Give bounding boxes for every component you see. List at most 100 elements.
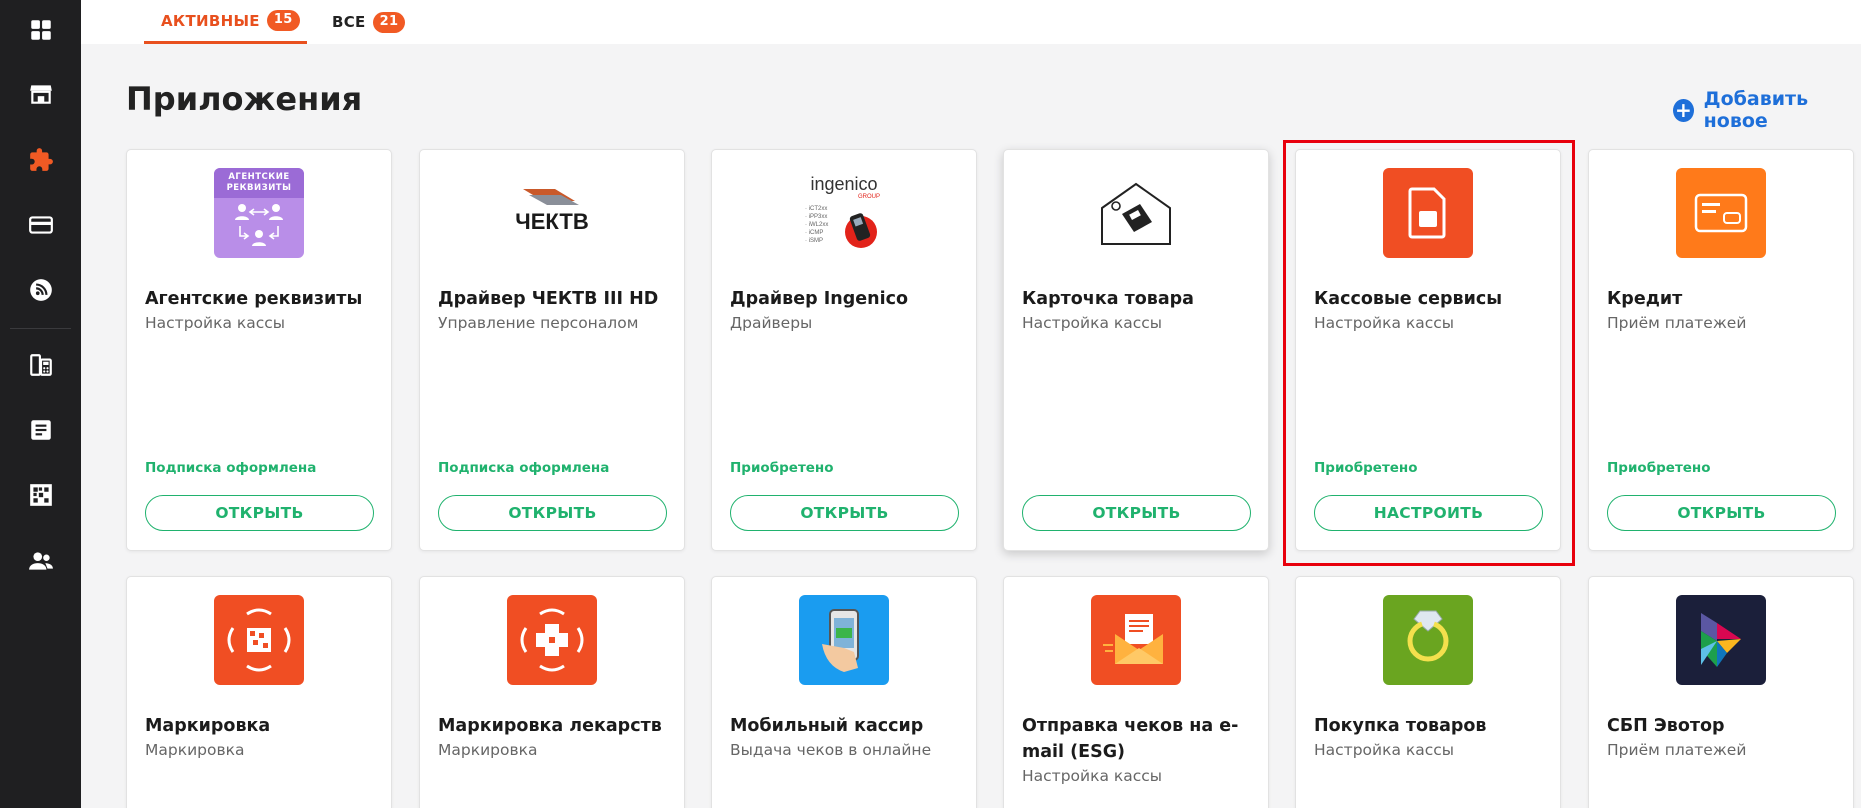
tab-active[interactable]: АКТИВНЫЕ 15 (144, 0, 307, 44)
app-card-marking[interactable]: Маркировка Маркировка (126, 576, 392, 808)
app-name: СБП Эвотор (1607, 716, 1725, 736)
marking-logo (214, 595, 304, 685)
app-card-sbp-evotor[interactable]: СБП Эвотор Приём платежей (1588, 576, 1854, 808)
app-card-medicine-marking[interactable]: Маркировка лекарств Маркировка (419, 576, 685, 808)
medicine-marking-logo (507, 595, 597, 685)
app-category: Приём платежей (1607, 314, 1747, 332)
nav-dashboard[interactable] (0, 6, 81, 54)
app-category: Приём платежей (1607, 741, 1747, 759)
app-name: Маркировка (145, 716, 271, 736)
app-name: Кредит (1607, 289, 1683, 309)
nav-staff[interactable] (0, 537, 81, 585)
app-name: Агентские реквизиты (145, 289, 363, 309)
app-card-ingenico-driver[interactable]: ingenico GROUP · iCT2xx · iPP3xx · iWL2x… (711, 149, 977, 551)
app-card-product-card[interactable]: Карточка товара Настройка кассы ОТКРЫТЬ (1003, 149, 1269, 551)
chektv-logo: ЧЕКТВ (507, 168, 597, 258)
sidebar (0, 0, 81, 808)
tabs-bar: АКТИВНЫЕ 15 ВСЕ 21 (81, 0, 1861, 44)
nav-marking[interactable] (0, 471, 81, 519)
app-card-cash-services[interactable]: Кассовые сервисы Настройка кассы Приобре… (1295, 149, 1561, 551)
app-category: Настройка кассы (145, 314, 286, 332)
tab-count-badge: 15 (266, 10, 300, 31)
add-new-label: Добавить новое (1703, 88, 1809, 132)
logo-model: · iSMP (805, 238, 823, 244)
app-status: Приобретено (730, 460, 834, 476)
sim-card-icon (1408, 187, 1446, 239)
app-card-purchase-goods[interactable]: Покупка товаров Настройка кассы (1295, 576, 1561, 808)
open-button[interactable]: ОТКРЫТЬ (145, 495, 374, 531)
envelope-receipt-icon (1103, 614, 1163, 664)
page-title: Приложения (126, 80, 363, 118)
tab-label: АКТИВНЫЕ (161, 11, 260, 30)
app-category: Управление персоналом (438, 314, 639, 332)
tab-all[interactable]: ВСЕ 21 (307, 0, 406, 44)
app-card-agent-requisites[interactable]: АГЕНТСКИЕ РЕКВИЗИТЫ Агентские реквизиты … (126, 149, 392, 551)
receipt-icon (30, 420, 51, 440)
people-exchange-icon (235, 204, 283, 246)
rss-icon (29, 279, 52, 301)
app-status: Приобретено (1314, 460, 1418, 476)
credit-card-icon (1694, 193, 1748, 233)
app-category: Настройка кассы (1314, 741, 1455, 759)
logo-model: · iCMP (805, 230, 823, 236)
pos-terminal-icon (29, 354, 52, 376)
logo-model: · iWL2xx (805, 222, 828, 228)
app-name: Кассовые сервисы (1314, 289, 1503, 309)
diamond-ring-icon (1407, 610, 1449, 662)
app-name: Отправка чеков на e-mail (ESG) (1022, 716, 1239, 762)
app-name: Покупка товаров (1314, 716, 1487, 736)
ingenico-logo: ingenico GROUP · iCT2xx · iPP3xx · iWL2x… (799, 168, 889, 258)
logo-model: · iCT2xx (805, 206, 827, 212)
app-card-chektv-driver[interactable]: ЧЕКТВ Драйвер ЧЕКТВ III HD Управление пе… (419, 149, 685, 551)
card-icon (28, 216, 53, 234)
app-status: Подписка оформлена (438, 460, 610, 476)
app-category: Настройка кассы (1022, 314, 1163, 332)
dashboard-icon (30, 20, 51, 40)
app-card-credit[interactable]: Кредит Приём платежей Приобретено ОТКРЫТ… (1588, 149, 1854, 551)
app-category: Настройка кассы (1314, 314, 1455, 332)
app-category: Выдача чеков в онлайне (730, 741, 932, 759)
agent-requisites-logo: АГЕНТСКИЕ РЕКВИЗИТЫ (214, 168, 304, 258)
plus-icon: + (1673, 98, 1694, 122)
store-icon (29, 85, 52, 104)
nav-apps[interactable] (0, 136, 81, 184)
nav-pos[interactable] (0, 341, 81, 389)
logo-text-line1: АГЕНТСКИЕ (228, 172, 290, 182)
logo-model: · iPP3xx (805, 214, 827, 220)
sbp-evotor-logo (1676, 595, 1766, 685)
app-category: Драйверы (730, 314, 813, 332)
tab-count-badge: 21 (372, 11, 406, 33)
sidebar-divider (10, 328, 71, 329)
app-name: Карточка товара (1022, 289, 1194, 309)
scan-code-icon (227, 608, 291, 672)
logo-group: GROUP (858, 194, 880, 200)
email-receipts-logo (1091, 595, 1181, 685)
app-category: Маркировка (145, 741, 245, 759)
nav-feed[interactable] (0, 266, 81, 314)
purchase-goods-logo (1383, 595, 1473, 685)
qr-code-icon (29, 484, 52, 506)
logo-text: ЧЕКТВ (515, 209, 588, 234)
app-name: Драйвер ЧЕКТВ III HD (438, 289, 659, 309)
open-button[interactable]: ОТКРЫТЬ (1022, 495, 1251, 531)
add-new-button[interactable]: + Добавить новое (1673, 88, 1861, 132)
configure-button[interactable]: НАСТРОИТЬ (1314, 495, 1543, 531)
cash-services-logo (1383, 168, 1473, 258)
tab-label: ВСЕ (332, 13, 366, 31)
nav-payments[interactable] (0, 201, 81, 249)
app-card-email-receipts[interactable]: Отправка чеков на e-mail (ESG) Настройка… (1003, 576, 1269, 808)
logo-text-line2: РЕКВИЗИТЫ (226, 183, 292, 193)
credit-logo (1676, 168, 1766, 258)
logo-brand: ingenico (810, 174, 877, 194)
apps-puzzle-icon (29, 148, 53, 171)
open-button[interactable]: ОТКРЫТЬ (438, 495, 667, 531)
product-card-logo (1091, 168, 1181, 258)
app-status: Подписка оформлена (145, 460, 317, 476)
users-icon (28, 552, 53, 570)
app-status: Приобретено (1607, 460, 1711, 476)
nav-receipts[interactable] (0, 406, 81, 454)
open-button[interactable]: ОТКРЫТЬ (730, 495, 959, 531)
open-button[interactable]: ОТКРЫТЬ (1607, 495, 1836, 531)
nav-store[interactable] (0, 70, 81, 118)
app-card-mobile-cashier[interactable]: Мобильный кассир Выдача чеков в онлайне (711, 576, 977, 808)
